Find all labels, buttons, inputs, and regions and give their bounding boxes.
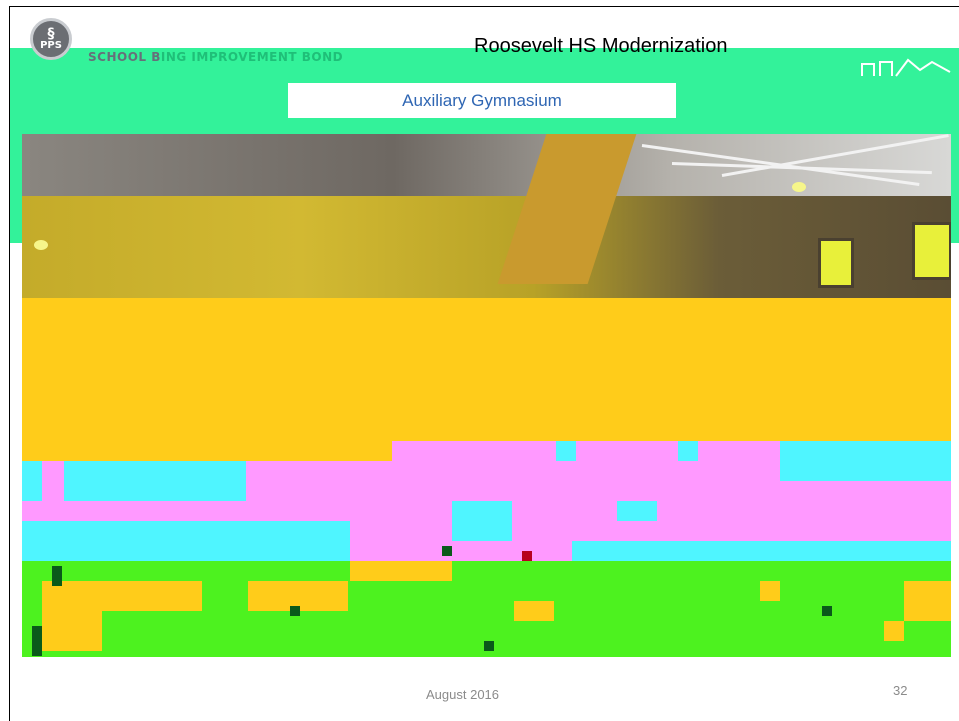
photo-light <box>34 240 48 250</box>
photo-block <box>102 581 202 611</box>
slide-subtitle: Auxiliary Gymnasium <box>402 90 562 110</box>
photo-floor-lower <box>22 441 951 657</box>
photo-block <box>442 546 452 556</box>
photo-ceiling <box>22 134 951 196</box>
frame-top-line <box>9 6 959 7</box>
pps-logo-icon: § PPS <box>30 18 72 60</box>
photo-block <box>678 441 698 461</box>
frame-left-line <box>9 6 10 721</box>
photo-block <box>22 441 392 461</box>
photo-light <box>792 182 806 192</box>
photo-block <box>760 581 780 601</box>
bond-prefix: SCHOOL B <box>88 50 161 64</box>
bond-suffix: ING IMPROVEMENT BOND <box>160 50 344 64</box>
photo-block <box>904 581 951 621</box>
photo-block <box>52 566 62 586</box>
photo-block <box>32 626 42 656</box>
photo-block <box>884 621 904 641</box>
photo-wall <box>22 196 951 298</box>
photo-window <box>912 222 951 280</box>
photo-block <box>42 581 102 651</box>
photo-block <box>556 441 576 461</box>
gym-photo <box>22 134 951 657</box>
logo-text: PPS <box>40 40 62 51</box>
photo-block <box>290 606 300 616</box>
photo-block <box>22 461 42 501</box>
photo-block <box>522 551 532 561</box>
photo-block <box>64 461 246 501</box>
photo-block <box>617 501 657 521</box>
photo-block <box>780 441 951 481</box>
page-number: 32 <box>893 683 908 698</box>
photo-block <box>452 501 512 541</box>
photo-block <box>484 641 494 651</box>
slide-title: Roosevelt HS Modernization <box>474 35 728 57</box>
photo-floor <box>22 298 951 441</box>
photo-block <box>572 541 951 561</box>
footer-date: August 2016 <box>426 687 500 702</box>
subtitle-box: Auxiliary Gymnasium <box>288 83 676 118</box>
photo-block <box>22 521 350 561</box>
slide: § PPS SCHOOL BING IMPROVEMENT BOND Roose… <box>0 0 959 721</box>
bond-tagline: SCHOOL BING IMPROVEMENT BOND <box>88 50 343 64</box>
photo-block <box>350 561 452 581</box>
roof-outline-icon <box>861 58 951 77</box>
photo-block <box>822 606 832 616</box>
photo-block <box>514 601 554 621</box>
photo-window <box>818 238 854 288</box>
